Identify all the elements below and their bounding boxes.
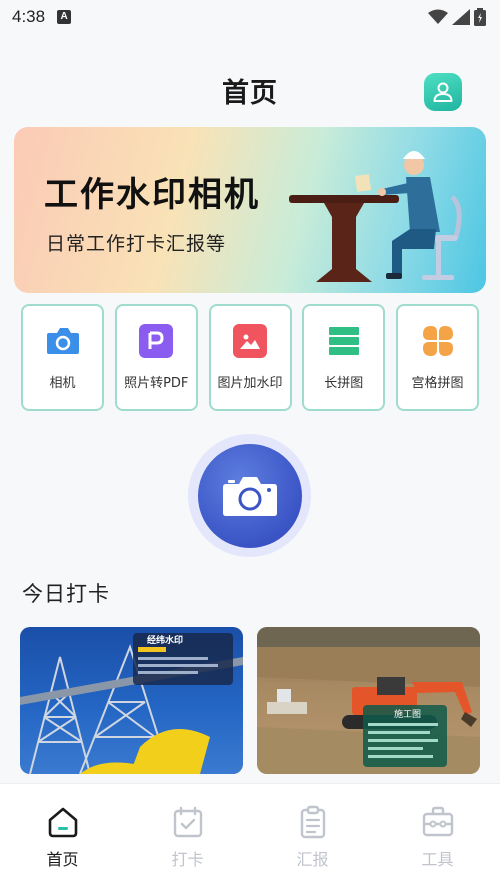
nav-tools[interactable]: 工具 (375, 784, 500, 888)
promo-banner[interactable]: 工作水印相机 日常工作打卡汇报等 (14, 127, 486, 293)
image-icon (233, 324, 267, 358)
tool-label: 相机 (49, 376, 76, 391)
status-time: 4:38 (12, 7, 46, 26)
status-bar: 4:38 A (0, 0, 500, 34)
banner-subtitle: 日常工作打卡汇报等 (46, 233, 227, 255)
user-icon (433, 82, 453, 102)
profile-button[interactable] (424, 73, 462, 111)
tool-grid-stitch[interactable]: 宫格拼图 (396, 304, 479, 411)
watermark-title: 经纬水印 (147, 636, 184, 646)
grid-icon (421, 324, 455, 358)
shoot-button-ring (188, 434, 311, 557)
nav-label: 首页 (46, 850, 79, 869)
clipboard-icon (295, 804, 331, 840)
camera-icon (46, 324, 80, 358)
excavator-photo (257, 627, 480, 774)
stack-icon (327, 324, 361, 358)
tool-long-stitch[interactable]: 长拼图 (302, 304, 386, 411)
section-title: 今日打卡 (22, 582, 110, 606)
nav-label: 打卡 (171, 850, 204, 869)
tools-row: 相机 照片转PDF 图片加水印 长拼图 宫格拼图 (21, 304, 479, 412)
tool-label: 宫格拼图 (411, 376, 464, 391)
battery-icon (474, 8, 486, 26)
worker-illustration (289, 151, 462, 282)
construction-photo (20, 633, 243, 774)
banner-title: 工作水印相机 (44, 175, 260, 215)
tool-label: 照片转PDF (124, 376, 189, 391)
watermark-title: 施工图 (394, 710, 422, 720)
camera-icon (222, 476, 277, 516)
tool-add-watermark[interactable]: 图片加水印 (208, 304, 292, 411)
app-notification-icon: A (57, 10, 72, 24)
tool-label: 长拼图 (324, 376, 364, 391)
signal-icon (452, 9, 470, 25)
nav-label: 工具 (421, 850, 454, 869)
tool-label: 图片加水印 (217, 376, 283, 391)
calendar-check-icon (170, 804, 206, 840)
page-title: 首页 (222, 77, 278, 109)
nav-home[interactable]: 首页 (0, 784, 125, 888)
nav-label: 汇报 (296, 850, 329, 869)
pdf-icon (139, 324, 174, 358)
checkin-photo[interactable]: 经纬水印 (20, 627, 243, 774)
wifi-icon (428, 9, 448, 24)
home-icon (45, 804, 81, 840)
toolbox-icon (420, 804, 456, 840)
nav-report[interactable]: 汇报 (250, 784, 375, 888)
checkin-photo[interactable]: 施工图 (257, 627, 480, 774)
shoot-button[interactable] (197, 443, 302, 548)
tool-photo-to-pdf[interactable]: 照片转PDF (114, 304, 198, 411)
header: 首页 (0, 60, 500, 120)
tool-camera[interactable]: 相机 (21, 304, 104, 411)
nav-checkin[interactable]: 打卡 (125, 784, 250, 888)
bottom-nav: 首页 打卡 汇报 工具 (0, 783, 500, 888)
